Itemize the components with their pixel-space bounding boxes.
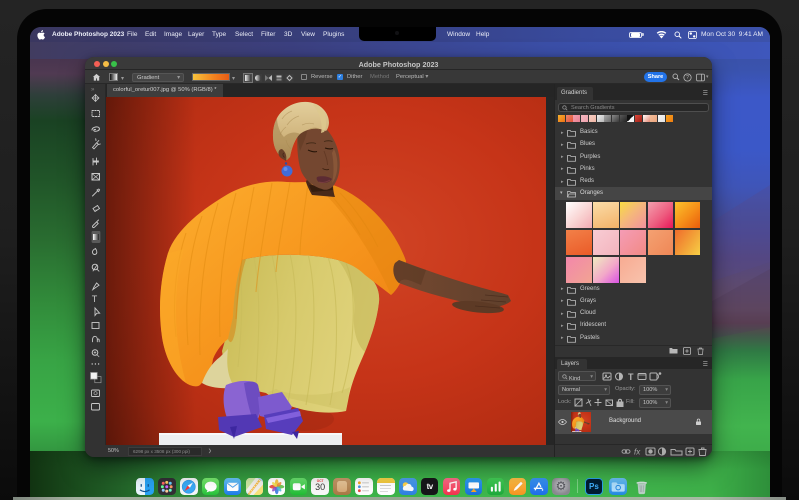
svg-text:T: T [628, 372, 634, 381]
svg-text:fx: fx [634, 448, 641, 457]
svg-text:»: » [91, 87, 95, 93]
svg-text:T: T [92, 294, 98, 304]
svg-text:?: ? [686, 75, 689, 81]
